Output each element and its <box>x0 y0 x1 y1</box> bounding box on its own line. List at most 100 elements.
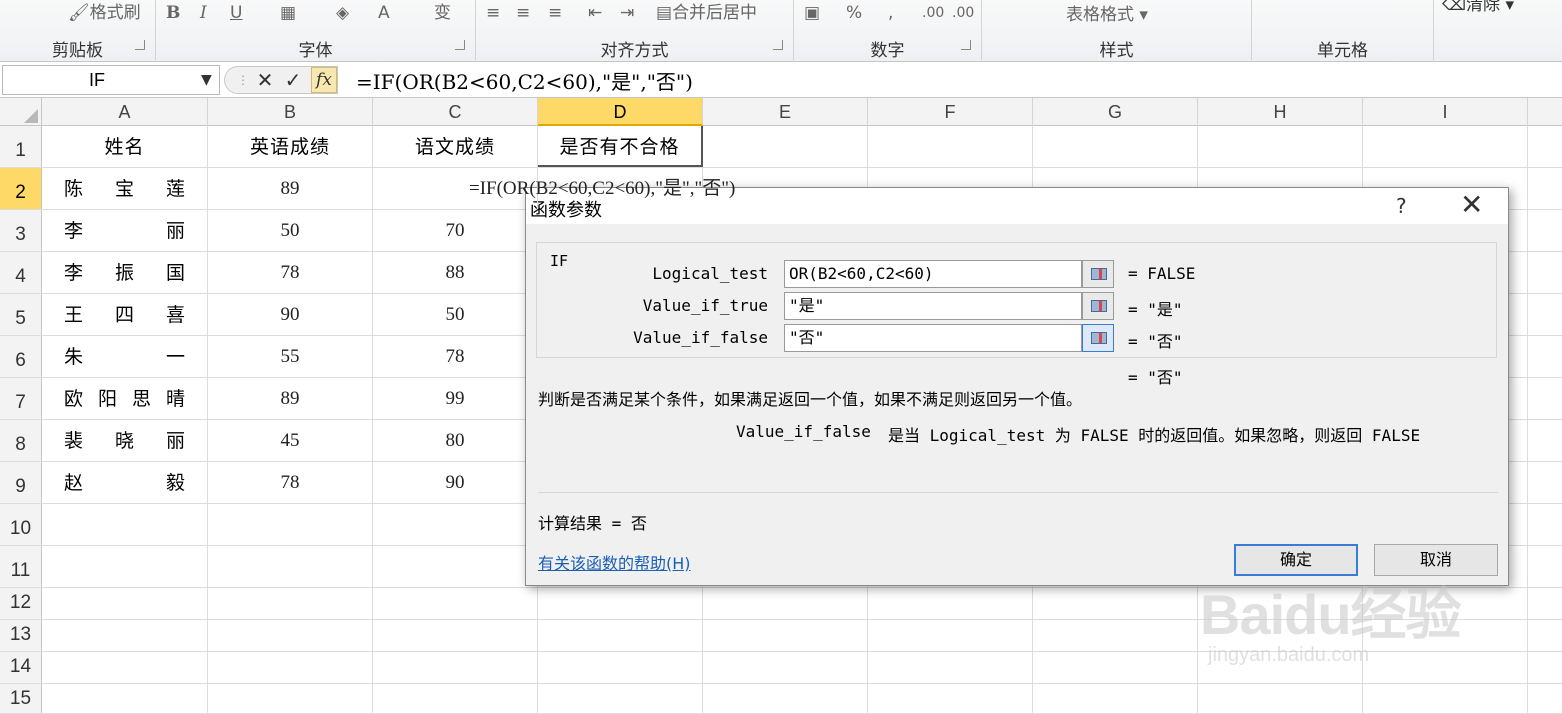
cell-f1[interactable] <box>868 126 1033 167</box>
increase-decimal-icon[interactable]: .00 <box>922 2 944 24</box>
cell-b11[interactable] <box>208 546 373 587</box>
cell-a10[interactable] <box>42 504 208 545</box>
cell-f13[interactable] <box>868 620 1033 651</box>
chevron-down-icon[interactable]: ▼ <box>201 72 212 88</box>
collapse-dialog-icon[interactable] <box>1082 324 1114 352</box>
cell-g13[interactable] <box>1033 620 1198 651</box>
cell-b1[interactable]: 英语成绩 <box>208 126 373 167</box>
italic-icon[interactable]: I <box>200 2 207 24</box>
outdent-icon[interactable]: ⇥ <box>620 2 634 24</box>
cell-c4[interactable]: 88 <box>373 252 538 293</box>
cell-e1[interactable] <box>703 126 868 167</box>
cell-a12[interactable] <box>42 588 208 619</box>
cell-c3[interactable]: 70 <box>373 210 538 251</box>
row-header[interactable]: 2 <box>0 168 42 209</box>
cell-g12[interactable] <box>1033 588 1198 619</box>
insert-function-icon[interactable]: fx <box>311 67 337 93</box>
fill-color-icon[interactable]: ◈ <box>336 2 349 24</box>
cell-a7[interactable]: 欧阳思晴 <box>42 378 208 419</box>
cell-b15[interactable] <box>208 684 373 713</box>
cell-a6[interactable]: 朱一 <box>42 336 208 377</box>
align-middle-icon[interactable]: ≡ <box>516 2 530 24</box>
column-header-g[interactable]: G <box>1033 98 1198 126</box>
cell-b9[interactable]: 78 <box>208 462 373 503</box>
underline-icon[interactable]: U <box>230 2 242 24</box>
row-header[interactable]: 8 <box>0 420 42 461</box>
cell-a3[interactable]: 李丽 <box>42 210 208 251</box>
cell-d14[interactable] <box>538 652 703 683</box>
font-launcher-icon[interactable] <box>455 40 465 50</box>
cell-b12[interactable] <box>208 588 373 619</box>
cell-c1[interactable]: 语文成绩 <box>373 126 538 167</box>
cell-c11[interactable] <box>373 546 538 587</box>
cell-c8[interactable]: 80 <box>373 420 538 461</box>
function-help-link[interactable]: 有关该函数的帮助(H) <box>538 550 691 574</box>
cell-d15[interactable] <box>538 684 703 713</box>
cell-h1[interactable] <box>1198 126 1363 167</box>
percent-icon[interactable]: % <box>846 2 862 24</box>
cell-c13[interactable] <box>373 620 538 651</box>
drag-handle-icon[interactable]: ⋮ <box>231 68 255 92</box>
indent-icon[interactable]: ⇤ <box>588 2 602 24</box>
alignment-launcher-icon[interactable] <box>773 40 783 50</box>
cell-g15[interactable] <box>1033 684 1198 713</box>
format-painter-button[interactable]: 🖌格式刷 <box>68 2 141 24</box>
help-icon[interactable]: ? <box>1396 194 1407 218</box>
cell-a5[interactable]: 王四喜 <box>42 294 208 335</box>
row-header[interactable]: 13 <box>0 620 42 651</box>
param-input-logical-test[interactable]: OR(B2<60,C2<60) <box>784 260 1082 288</box>
cell-a13[interactable] <box>42 620 208 651</box>
cell-d12[interactable] <box>538 588 703 619</box>
column-header-a[interactable]: A <box>42 98 208 126</box>
row-header[interactable]: 6 <box>0 336 42 377</box>
column-header-e[interactable]: E <box>703 98 868 126</box>
cell-c9[interactable]: 90 <box>373 462 538 503</box>
cell-e13[interactable] <box>703 620 868 651</box>
row-header[interactable]: 3 <box>0 210 42 251</box>
cell-a8[interactable]: 裴晓丽 <box>42 420 208 461</box>
row-header[interactable]: 4 <box>0 252 42 293</box>
cell-c14[interactable] <box>373 652 538 683</box>
align-top-icon[interactable]: ≡ <box>486 2 500 24</box>
clipboard-launcher-icon[interactable] <box>135 40 145 50</box>
cell-c7[interactable]: 99 <box>373 378 538 419</box>
cell-e14[interactable] <box>703 652 868 683</box>
enter-formula-icon[interactable]: ✓ <box>281 68 305 92</box>
bold-icon[interactable]: B <box>166 2 180 24</box>
phonetic-icon[interactable]: 变 <box>434 2 451 24</box>
column-header-f[interactable]: F <box>868 98 1033 126</box>
cell-b7[interactable]: 89 <box>208 378 373 419</box>
cell-a2[interactable]: 陈宝莲 <box>42 168 208 209</box>
cell-b2[interactable]: 89 <box>208 168 373 209</box>
param-input-value-if-false[interactable]: "否" <box>784 324 1082 352</box>
collapse-dialog-icon[interactable] <box>1082 260 1114 288</box>
cell-g14[interactable] <box>1033 652 1198 683</box>
cancel-formula-icon[interactable]: ✕ <box>253 68 277 92</box>
merge-center-button[interactable]: ▤合并后居中 <box>656 2 757 24</box>
column-header-c[interactable]: C <box>373 98 538 126</box>
row-header[interactable]: 5 <box>0 294 42 335</box>
row-header[interactable]: 1 <box>0 126 42 167</box>
cell-b6[interactable]: 55 <box>208 336 373 377</box>
table-format-button[interactable]: 表格格式 ▾ <box>1066 4 1148 26</box>
cell-f14[interactable] <box>868 652 1033 683</box>
cell-a14[interactable] <box>42 652 208 683</box>
row-header[interactable]: 12 <box>0 588 42 619</box>
decrease-decimal-icon[interactable]: .00 <box>952 2 974 24</box>
row-header[interactable]: 7 <box>0 378 42 419</box>
align-bottom-icon[interactable]: ≡ <box>548 2 562 24</box>
font-color-icon[interactable]: A <box>378 2 390 24</box>
currency-icon[interactable]: ▣ <box>804 2 820 24</box>
select-all-corner[interactable] <box>0 98 42 126</box>
comma-icon[interactable]: , <box>888 2 893 24</box>
cell-b3[interactable]: 50 <box>208 210 373 251</box>
formula-input[interactable]: =IF(OR(B2<60,C2<60),"是","否") <box>356 66 693 95</box>
cell-a11[interactable] <box>42 546 208 587</box>
cell-b14[interactable] <box>208 652 373 683</box>
cell-d1[interactable]: 是否有不合格 <box>538 126 703 167</box>
name-box[interactable]: IF ▼ <box>2 65 220 95</box>
column-header-i[interactable]: I <box>1363 98 1528 126</box>
cell-g1[interactable] <box>1033 126 1198 167</box>
cell-f15[interactable] <box>868 684 1033 713</box>
collapse-dialog-icon[interactable] <box>1082 292 1114 320</box>
